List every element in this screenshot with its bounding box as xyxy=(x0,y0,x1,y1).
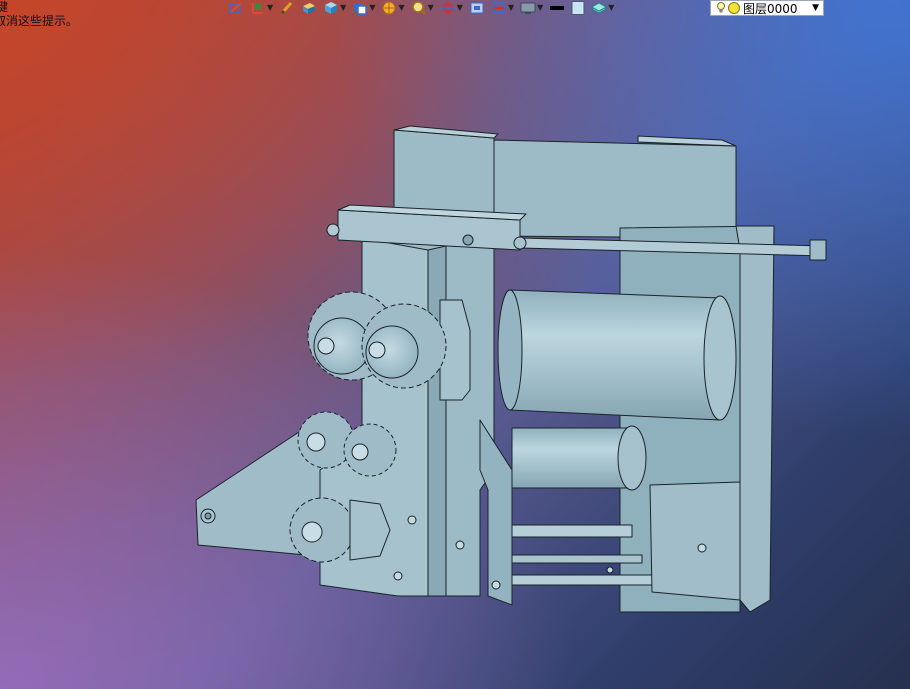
display-button[interactable]: ▼ xyxy=(520,1,543,15)
center-plate xyxy=(479,419,513,606)
chevron-down-icon[interactable]: ▼ xyxy=(428,4,434,12)
gear-top-right xyxy=(361,303,447,389)
layer-dropdown[interactable]: 图层0000 ▼ xyxy=(710,0,824,16)
pen-button[interactable] xyxy=(279,1,295,15)
line-button[interactable] xyxy=(228,1,244,15)
chevron-down-icon[interactable]: ▼ xyxy=(369,4,375,12)
cad-model-assembly[interactable] xyxy=(0,0,910,689)
chevron-down-icon[interactable]: ▼ xyxy=(812,3,819,13)
layer-name: 图层0000 xyxy=(743,1,798,16)
lineweight-button[interactable] xyxy=(549,1,565,15)
pen-icon xyxy=(281,1,293,15)
command-hint: 键 取消这些提示。 xyxy=(0,0,78,28)
model-viewport[interactable]: 键 取消这些提示。 ▼ ▼ ▼ ▼ ▼ ▼ ▼ ▼ ▼ 图层0000 ▼ xyxy=(0,0,910,689)
toolbar: ▼ ▼ ▼ ▼ ▼ ▼ ▼ ▼ ▼ xyxy=(228,0,620,16)
orbit-icon xyxy=(440,1,455,15)
zoom-icon xyxy=(411,1,426,15)
hatch-button[interactable]: ▼ xyxy=(381,1,405,15)
motor-cylinder xyxy=(509,289,721,421)
chevron-down-icon[interactable]: ▼ xyxy=(537,4,543,12)
chevron-down-icon[interactable]: ▼ xyxy=(340,4,346,12)
copy-button[interactable]: ▼ xyxy=(352,1,375,15)
layer-tool-button[interactable]: ▼ xyxy=(591,1,614,15)
display-icon xyxy=(520,2,536,14)
solid-box-icon xyxy=(303,3,316,14)
chevron-down-icon[interactable]: ▼ xyxy=(608,4,614,12)
layer-tool-icon xyxy=(591,2,608,14)
layer-on-icon[interactable] xyxy=(728,2,740,14)
ucs-icon xyxy=(252,3,263,14)
solid-box-button[interactable] xyxy=(301,1,317,15)
cube-icon xyxy=(325,2,338,14)
lower-drum xyxy=(511,427,631,489)
hint-line-1: 键 xyxy=(0,0,9,14)
chevron-down-icon[interactable]: ▼ xyxy=(267,4,273,12)
section-button[interactable]: ▼ xyxy=(491,1,514,15)
view-button[interactable] xyxy=(469,1,485,15)
chevron-down-icon[interactable]: ▼ xyxy=(398,4,404,12)
color-swatch-button[interactable] xyxy=(571,1,585,15)
chevron-down-icon[interactable]: ▼ xyxy=(457,4,463,12)
copy-icon xyxy=(354,3,368,15)
lightbulb-icon[interactable] xyxy=(717,2,725,14)
cube-button[interactable]: ▼ xyxy=(323,1,346,15)
orbit-button[interactable]: ▼ xyxy=(440,1,463,15)
motor-housing-box xyxy=(491,139,737,239)
chevron-down-icon[interactable]: ▼ xyxy=(508,4,514,12)
ucs-button[interactable]: ▼ xyxy=(250,1,273,15)
hint-line-2: 取消这些提示。 xyxy=(0,14,79,28)
hatch-icon xyxy=(382,1,396,15)
gear-bottom xyxy=(289,497,391,563)
line-icon xyxy=(229,2,242,14)
view-icon xyxy=(470,2,484,14)
zoom-button[interactable]: ▼ xyxy=(411,1,434,15)
lineweight-icon xyxy=(550,6,565,10)
section-icon xyxy=(493,2,505,14)
color-swatch-icon xyxy=(571,1,585,15)
